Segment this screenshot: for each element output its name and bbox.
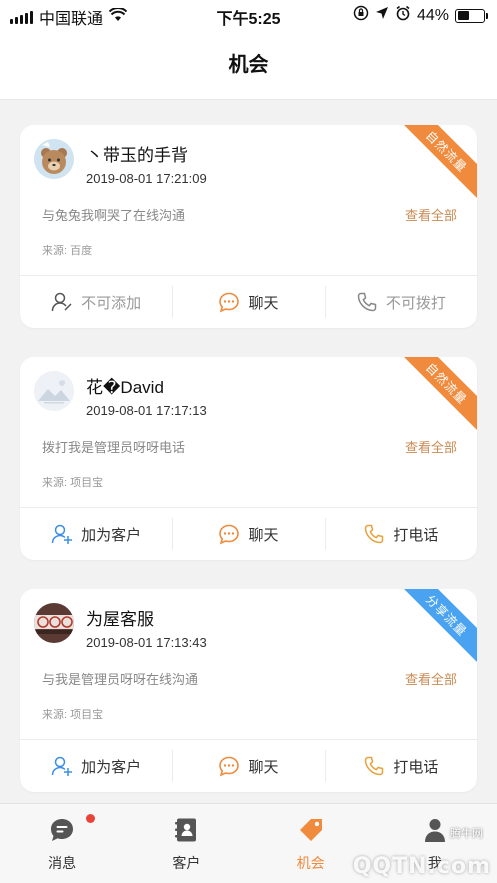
battery-percent: 44% xyxy=(416,6,449,24)
customer-name: 丶带玉的手背 xyxy=(86,146,188,165)
message-preview: 与兔兔我啊哭了在线沟通 xyxy=(42,208,186,223)
avatar xyxy=(34,371,74,411)
tag-icon xyxy=(297,816,325,849)
action-bar: 不可添加 聊天 不可拨打 xyxy=(20,276,477,328)
call-button[interactable]: 打电话 xyxy=(324,740,477,792)
tab-label: 消息 xyxy=(48,855,77,871)
location-icon xyxy=(375,6,389,25)
nav-bar: 机会 xyxy=(0,30,497,100)
action-label: 聊天 xyxy=(248,758,279,776)
chat-icon xyxy=(218,291,240,313)
customer-name: 花�David xyxy=(86,378,164,397)
page-title: 机会 xyxy=(228,54,269,76)
message-preview: 拨打我是管理员呀呀电话 xyxy=(42,440,186,455)
action-label: 不可拨打 xyxy=(385,294,446,312)
tab-messages[interactable]: 消息 xyxy=(0,804,124,883)
opportunity-card[interactable]: 花�David 2019-08-01 17:17:13 拨打我是管理员呀呀电话 … xyxy=(20,357,477,560)
traffic-ribbon: 分享流量 xyxy=(396,589,477,666)
chat-button[interactable]: 聊天 xyxy=(172,740,324,792)
chat-icon xyxy=(218,523,240,545)
add-user-icon xyxy=(51,755,73,777)
phone-disabled-icon xyxy=(356,291,378,313)
view-all-link[interactable]: 查看全部 xyxy=(405,669,457,688)
message-icon xyxy=(48,816,76,849)
tab-label: 客户 xyxy=(172,855,201,871)
rotation-lock-icon xyxy=(353,5,369,26)
chat-button[interactable]: 聊天 xyxy=(172,508,324,560)
watermark: QQTN.com xyxy=(352,854,491,879)
avatar xyxy=(34,603,74,643)
message-preview: 与我是管理员呀呀在线沟通 xyxy=(42,672,199,687)
avatar xyxy=(34,139,74,179)
add-customer-button[interactable]: 加为客户 xyxy=(20,740,172,792)
action-label: 加为客户 xyxy=(81,526,142,544)
call-button[interactable]: 打电话 xyxy=(324,508,477,560)
timestamp: 2019-08-01 17:13:43 xyxy=(86,635,207,650)
view-all-link[interactable]: 查看全部 xyxy=(405,437,457,456)
traffic-ribbon: 自然流量 xyxy=(396,125,477,202)
chat-button[interactable]: 聊天 xyxy=(172,276,324,328)
action-label: 聊天 xyxy=(248,526,279,544)
call-disabled-button[interactable]: 不可拨打 xyxy=(324,276,477,328)
action-label: 打电话 xyxy=(393,526,439,544)
watermark-site: 腾牛网 xyxy=(450,828,483,840)
view-all-link[interactable]: 查看全部 xyxy=(405,205,457,224)
tab-bar: 消息 客户 机会 我 腾牛网 QQTN.com xyxy=(0,803,497,883)
alarm-icon xyxy=(395,5,411,26)
person-icon xyxy=(421,816,449,849)
add-user-icon xyxy=(51,523,73,545)
add-customer-disabled-button[interactable]: 不可添加 xyxy=(20,276,172,328)
contacts-icon xyxy=(172,816,200,849)
source-label: 来源: 项目宝 xyxy=(42,709,104,721)
timestamp: 2019-08-01 17:17:13 xyxy=(86,403,207,418)
phone-icon xyxy=(363,755,385,777)
action-label: 不可添加 xyxy=(81,294,142,312)
chat-icon xyxy=(218,755,240,777)
tab-label: 机会 xyxy=(296,855,325,871)
battery-icon xyxy=(455,8,488,23)
tab-customers[interactable]: 客户 xyxy=(124,804,248,883)
source-label: 来源: 项目宝 xyxy=(42,477,104,489)
add-customer-button[interactable]: 加为客户 xyxy=(20,508,172,560)
unread-badge xyxy=(86,814,95,823)
opportunity-card[interactable]: 丶带玉的手背 2019-08-01 17:21:09 与兔兔我啊哭了在线沟通 查… xyxy=(20,125,477,328)
customer-name: 为屋客服 xyxy=(86,610,154,629)
action-bar: 加为客户 聊天 打电话 xyxy=(20,740,477,792)
opportunity-card[interactable]: 为屋客服 2019-08-01 17:13:43 与我是管理员呀呀在线沟通 查看… xyxy=(20,589,477,792)
action-label: 加为客户 xyxy=(81,758,142,776)
source-label: 来源: 百度 xyxy=(42,245,93,257)
phone-icon xyxy=(363,523,385,545)
action-label: 聊天 xyxy=(248,294,279,312)
traffic-ribbon: 自然流量 xyxy=(396,357,477,434)
status-bar: 中国联通 下午5:25 44% xyxy=(0,0,497,30)
timestamp: 2019-08-01 17:21:09 xyxy=(86,171,207,186)
user-disabled-icon xyxy=(51,291,73,313)
action-label: 打电话 xyxy=(393,758,439,776)
action-bar: 加为客户 聊天 打电话 xyxy=(20,508,477,560)
battery-level xyxy=(457,11,469,20)
